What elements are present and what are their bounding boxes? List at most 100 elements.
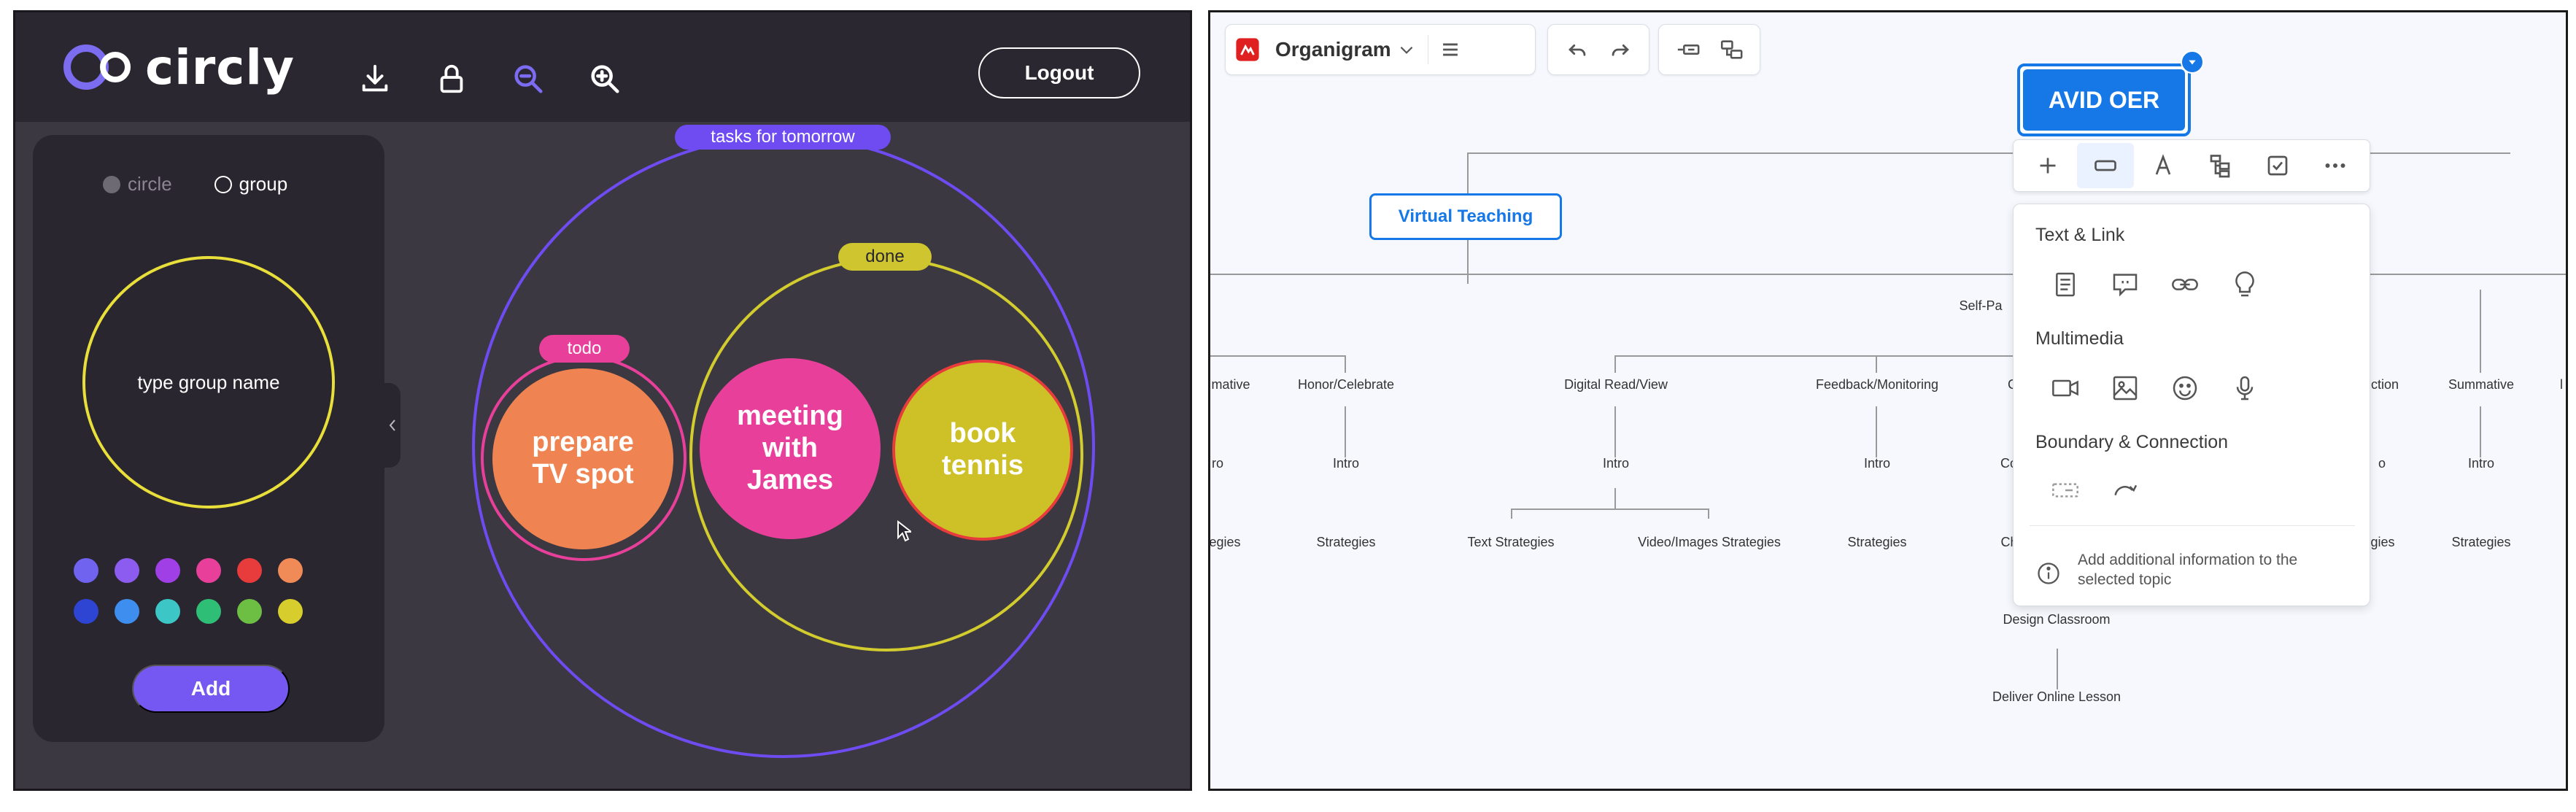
mode-circle-radio[interactable]: circle — [103, 173, 172, 196]
color-swatch[interactable] — [278, 599, 303, 624]
node-intro-summative[interactable]: Intro — [2468, 456, 2494, 471]
undo-icon — [1568, 44, 1585, 56]
circle-prepare-tv-spot[interactable]: prepare TV spot — [492, 368, 673, 549]
node-design-classroom[interactable]: Design Classroom — [2003, 612, 2110, 627]
info-text: Add additional information to the select… — [2078, 552, 2298, 589]
node-intro-feedback[interactable]: Intro — [1864, 456, 1890, 471]
shape-button[interactable] — [2076, 143, 2135, 188]
circle-book-tennis[interactable]: book tennis — [892, 360, 1073, 541]
link-button[interactable] — [2155, 264, 2215, 305]
connection-button[interactable] — [2095, 470, 2155, 511]
connector-line — [1614, 406, 1616, 457]
node-deliver-online-lesson[interactable]: Deliver Online Lesson — [1992, 689, 2121, 705]
structure-button[interactable] — [2192, 143, 2249, 188]
connector-line — [2480, 355, 2481, 373]
label-button[interactable] — [2215, 264, 2275, 305]
app-logo-button[interactable] — [1226, 24, 1269, 75]
node-summative-left[interactable]: mative — [1211, 377, 1250, 393]
insert-button[interactable] — [2019, 143, 2077, 188]
app-logo[interactable]: circly — [63, 39, 295, 96]
color-swatch[interactable] — [155, 558, 180, 583]
lock-icon[interactable] — [435, 62, 468, 96]
image-button[interactable] — [2095, 368, 2155, 409]
audio-button[interactable] — [2215, 368, 2275, 409]
color-swatch[interactable] — [196, 599, 221, 624]
collapse-sidebar-button[interactable] — [384, 383, 401, 468]
text-style-button[interactable] — [2134, 143, 2192, 188]
group-label-tasks[interactable]: tasks for tomorrow — [675, 125, 891, 150]
node-intro-left-partial[interactable]: ro — [1212, 456, 1223, 471]
node-video-images-strategies[interactable]: Video/Images Strategies — [1638, 535, 1781, 550]
node-avid-oer-root[interactable]: AVID OER — [2017, 63, 2191, 136]
connector-line — [1210, 355, 1346, 357]
node-strategies-left-partial[interactable]: egies — [1210, 535, 1241, 550]
color-swatch[interactable] — [278, 558, 303, 583]
node-digital-read-view[interactable]: Digital Read/View — [1564, 377, 1668, 393]
node-feedback-monitoring[interactable]: Feedback/Monitoring — [1816, 377, 1938, 393]
emoji-button[interactable] — [2155, 368, 2215, 409]
insert-subtopic-button[interactable] — [1709, 24, 1752, 75]
plus-icon — [2040, 158, 2056, 174]
insert-subtopic-icon — [1720, 40, 1742, 59]
connector-line — [2057, 649, 2058, 689]
node-strategies-feedback[interactable]: Strategies — [1847, 535, 1906, 550]
group-label-done[interactable]: done — [838, 243, 932, 271]
color-swatch[interactable] — [74, 599, 98, 624]
comment-button[interactable] — [2095, 264, 2155, 305]
download-icon[interactable] — [358, 62, 392, 96]
radio-selected-icon — [214, 175, 232, 193]
node-intro-digital[interactable]: Intro — [1603, 456, 1629, 471]
chevron-left-icon — [389, 419, 395, 431]
node-self-paced[interactable]: Self-Pa — [1959, 298, 2002, 314]
boundary-button[interactable] — [2035, 470, 2095, 511]
color-swatch[interactable] — [115, 599, 139, 624]
search-zoom-out-icon[interactable] — [511, 62, 545, 96]
search-zoom-in-icon[interactable] — [588, 62, 622, 96]
emoji-icon — [2173, 376, 2197, 401]
connector-line — [1511, 509, 1708, 510]
topic-dropdown-button[interactable] — [2181, 50, 2204, 74]
node-strategies-honor[interactable]: Strategies — [1316, 535, 1375, 550]
mouse-pointer-icon — [897, 520, 911, 542]
microphone-icon — [2236, 376, 2254, 401]
redo-button[interactable] — [1598, 24, 1641, 75]
node-intro-honor[interactable]: Intro — [1333, 456, 1359, 471]
map-name-dropdown[interactable]: Organigram — [1269, 38, 1397, 61]
topic-context-toolbar — [2013, 139, 2370, 192]
mode-group-radio[interactable]: group — [214, 173, 287, 196]
node-intro-o-partial[interactable]: o — [2378, 456, 2386, 471]
menu-button[interactable] — [1428, 24, 1472, 75]
node-ction-partial[interactable]: ction — [2371, 377, 2399, 393]
node-strategies-summative[interactable]: Strategies — [2451, 535, 2510, 550]
color-swatch[interactable] — [237, 558, 262, 583]
add-button[interactable]: Add — [132, 665, 290, 713]
connector-line — [1708, 509, 1709, 519]
chevron-down-icon[interactable] — [1397, 40, 1416, 59]
note-button[interactable] — [2035, 264, 2095, 305]
video-button[interactable] — [2035, 368, 2095, 409]
section-multimedia: Multimedia — [2035, 328, 2124, 349]
logout-button[interactable]: Logout — [978, 47, 1140, 98]
node-l-partial[interactable]: l — [2560, 377, 2563, 393]
color-swatch[interactable] — [74, 558, 98, 583]
color-swatch[interactable] — [155, 599, 180, 624]
group-editor-sidebar: circle group type group name Add — [33, 135, 384, 742]
color-swatch[interactable] — [196, 558, 221, 583]
circle-meeting-with-james[interactable]: meeting with James — [700, 358, 881, 539]
color-swatch[interactable] — [237, 599, 262, 624]
node-summative-right[interactable]: Summative — [2448, 377, 2514, 393]
connector-line — [1614, 488, 1616, 510]
group-name-input[interactable]: type group name — [82, 256, 335, 509]
group-label-todo[interactable]: todo — [539, 335, 630, 363]
undo-button[interactable] — [1555, 24, 1598, 75]
xmind-logo-icon — [1236, 38, 1259, 61]
node-honor-celebrate[interactable]: Honor/Celebrate — [1298, 377, 1394, 393]
node-text-strategies[interactable]: Text Strategies — [1467, 535, 1554, 550]
shape-rectangle-icon — [2095, 160, 2116, 171]
insert-topic-button[interactable] — [1666, 24, 1709, 75]
color-swatch[interactable] — [115, 558, 139, 583]
link-icon — [2172, 279, 2198, 290]
task-button[interactable] — [2249, 143, 2307, 188]
more-button[interactable] — [2306, 143, 2364, 188]
node-virtual-teaching[interactable]: Virtual Teaching — [1369, 193, 1562, 240]
